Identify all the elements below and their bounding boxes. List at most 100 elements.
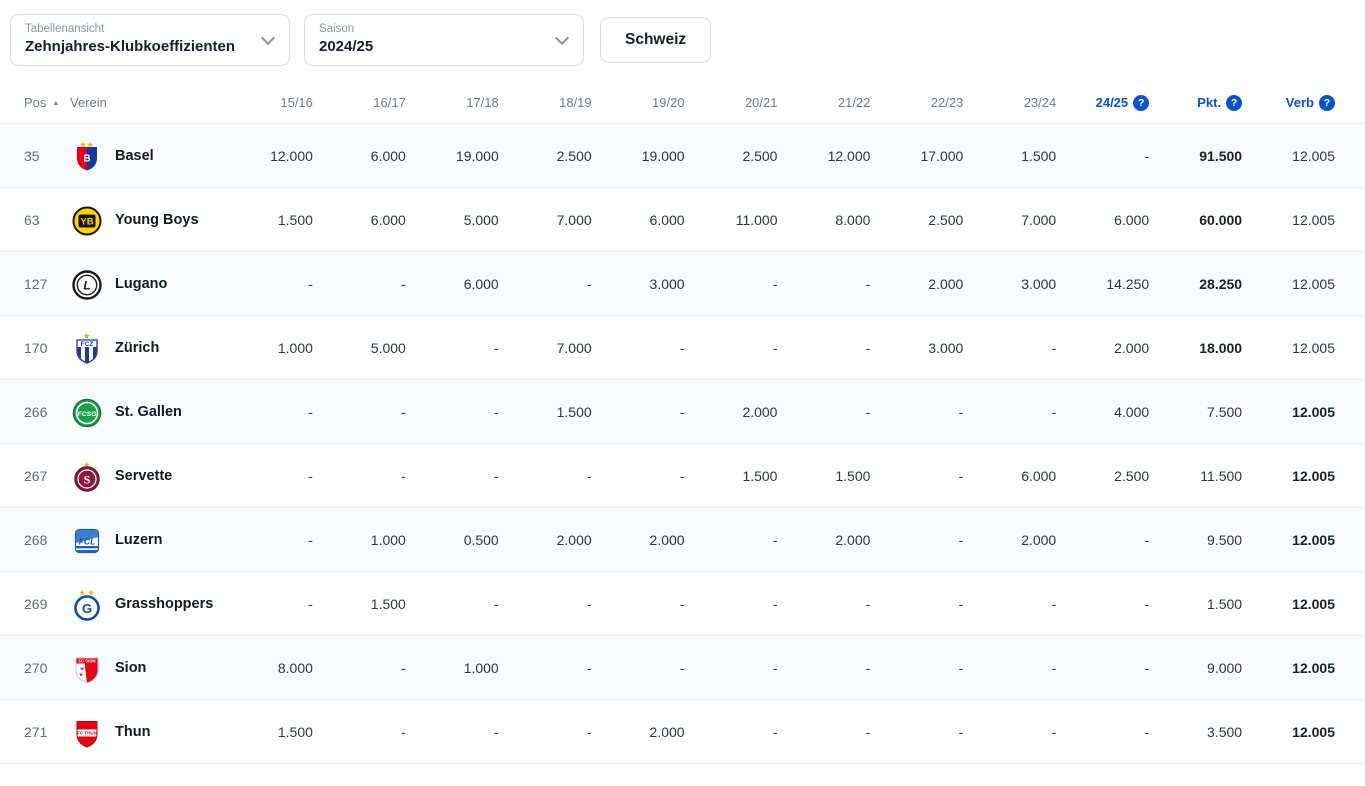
season-value-cell: -	[685, 724, 778, 740]
club-cell[interactable]: FCL Luzern	[70, 523, 220, 557]
club-cell[interactable]: LLugano	[70, 267, 220, 301]
info-icon[interactable]: ?	[1133, 95, 1149, 111]
season-value-cell: 1.500	[685, 468, 778, 484]
season-value-cell: -	[406, 340, 499, 356]
season-value-cell: -	[870, 596, 963, 612]
points-cell: 91.500	[1149, 148, 1242, 164]
club-cell[interactable]: YBYoung Boys	[70, 203, 220, 237]
table-row[interactable]: 270★★FC SIONSion8.000-1.000-------9.0001…	[0, 636, 1365, 700]
season-value-cell: 7.000	[499, 340, 592, 356]
season-value-cell: -	[777, 276, 870, 292]
column-header-season[interactable]: 16/17	[313, 95, 406, 110]
season-value-cell: 17.000	[870, 148, 963, 164]
column-header-season-label: 16/17	[373, 95, 406, 110]
column-header-pos-label: Pos	[24, 95, 46, 110]
season-value-cell: 7.000	[499, 212, 592, 228]
table-row[interactable]: 170★FCZZürich1.0005.000-7.000---3.000-2.…	[0, 316, 1365, 380]
season-value-cell: -	[313, 660, 406, 676]
column-header-season[interactable]: 20/21	[685, 95, 778, 110]
country-filter-button[interactable]: Schweiz	[600, 17, 711, 63]
column-header-season[interactable]: 19/20	[592, 95, 685, 110]
basel-crest-icon: ★★B	[70, 139, 104, 173]
club-cell[interactable]: ★★B Basel	[70, 139, 220, 173]
column-header-season[interactable]: 24/25?	[1056, 95, 1149, 111]
pos-cell: 35	[24, 148, 70, 164]
season-value-cell: -	[963, 724, 1056, 740]
club-name: Luzern	[115, 532, 163, 548]
column-header-association[interactable]: Verb?	[1242, 95, 1335, 111]
table-view-select[interactable]: Tabellenansicht Zehnjahres-Klubkoeffizie…	[10, 14, 290, 66]
season-value-cell: 2.000	[499, 532, 592, 548]
column-header-season[interactable]: 15/16	[220, 95, 313, 110]
season-value-cell: 6.000	[406, 276, 499, 292]
table-row[interactable]: 127LLugano--6.000-3.000--2.0003.00014.25…	[0, 252, 1365, 316]
club-name: Basel	[115, 148, 154, 164]
svg-text:★: ★	[84, 332, 91, 340]
season-value-cell: 5.000	[406, 212, 499, 228]
coefficient-table: Pos ▲ Verein15/16 16/1717/1818/19 19/2020/21…	[0, 82, 1365, 764]
season-value-cell: -	[499, 724, 592, 740]
table-row[interactable]: 271FC THUNThun1.500---2.000-----3.50012.…	[0, 700, 1365, 764]
season-value-cell: -	[777, 596, 870, 612]
club-cell[interactable]: ★★FC SION Sion	[70, 651, 220, 685]
points-cell: 60.000	[1149, 212, 1242, 228]
grasshoppers-crest-icon: ★★G	[70, 587, 104, 621]
thun-crest-icon: FC THUN	[70, 715, 104, 749]
season-value-cell: -	[870, 724, 963, 740]
table-row[interactable]: 63YBYoung Boys1.5006.0005.0007.0006.0001…	[0, 188, 1365, 252]
column-header-season[interactable]: 17/18	[406, 95, 499, 110]
season-value-cell: 2.000	[870, 276, 963, 292]
season-value-cell: -	[777, 340, 870, 356]
sion-crest-icon: ★★FC SION	[70, 651, 104, 685]
season-value-cell: -	[592, 404, 685, 420]
season-value-cell: 1.500	[220, 212, 313, 228]
info-icon[interactable]: ?	[1319, 95, 1335, 111]
points-cell: 7.500	[1149, 404, 1242, 420]
column-header-season[interactable]: 22/23	[870, 95, 963, 110]
pos-cell: 266	[24, 404, 70, 420]
svg-text:FCSG: FCSG	[78, 411, 98, 418]
column-header-points[interactable]: Pkt.?	[1149, 95, 1242, 111]
table-row[interactable]: 269★★GGrasshoppers-1.500--------1.50012.…	[0, 572, 1365, 636]
season-value-cell: -	[963, 340, 1056, 356]
season-select[interactable]: Saison 2024/25	[304, 14, 584, 66]
club-cell[interactable]: ★★GGrasshoppers	[70, 587, 220, 621]
sort-ascending-icon: ▲	[52, 100, 59, 107]
season-value-cell: 2.000	[963, 532, 1056, 548]
season-value-cell: 1.000	[406, 660, 499, 676]
svg-text:FCL: FCL	[79, 536, 96, 546]
column-header-pos[interactable]: Pos ▲	[24, 95, 70, 110]
table-row[interactable]: 266FCSGSt. Gallen---1.500-2.000---4.0007…	[0, 380, 1365, 444]
pos-cell: 170	[24, 340, 70, 356]
club-cell[interactable]: ★SServette	[70, 459, 220, 493]
season-value-cell: 1.500	[963, 148, 1056, 164]
season-value-cell: -	[406, 596, 499, 612]
season-value-cell: 8.000	[777, 212, 870, 228]
season-value-cell: -	[313, 468, 406, 484]
table-row[interactable]: 267★SServette-----1.5001.500-6.0002.5001…	[0, 444, 1365, 508]
club-name: Zürich	[115, 340, 159, 356]
club-cell[interactable]: FC THUN Thun	[70, 715, 220, 749]
column-header-season[interactable]: 18/19	[499, 95, 592, 110]
season-value-cell: 2.500	[870, 212, 963, 228]
season-value-cell: -	[592, 660, 685, 676]
club-name: Sion	[115, 660, 146, 676]
season-value-cell: 4.000	[1056, 404, 1149, 420]
season-value-cell: 2.500	[1056, 468, 1149, 484]
association-cell: 12.005	[1242, 660, 1335, 676]
info-icon[interactable]: ?	[1226, 95, 1242, 111]
table-row[interactable]: 35★★BBasel12.0006.00019.0002.50019.0002.…	[0, 124, 1365, 188]
association-cell: 12.005	[1242, 468, 1335, 484]
season-value-cell: -	[1056, 660, 1149, 676]
column-header-season[interactable]: 21/22	[777, 95, 870, 110]
table-view-value: Zehnjahres-Klubkoeffizienten	[25, 36, 251, 58]
table-row[interactable]: 268FCLLuzern-1.0000.5002.0002.000-2.000-…	[0, 508, 1365, 572]
season-value-cell: -	[592, 596, 685, 612]
column-header-season-label: 19/20	[652, 95, 685, 110]
column-header-verein[interactable]: Verein	[70, 95, 220, 110]
column-header-season[interactable]: 23/24	[963, 95, 1056, 110]
column-header-season-label: 21/22	[838, 95, 871, 110]
club-cell[interactable]: FCSGSt. Gallen	[70, 395, 220, 429]
club-name: Thun	[115, 724, 150, 740]
club-cell[interactable]: ★FCZZürich	[70, 331, 220, 365]
